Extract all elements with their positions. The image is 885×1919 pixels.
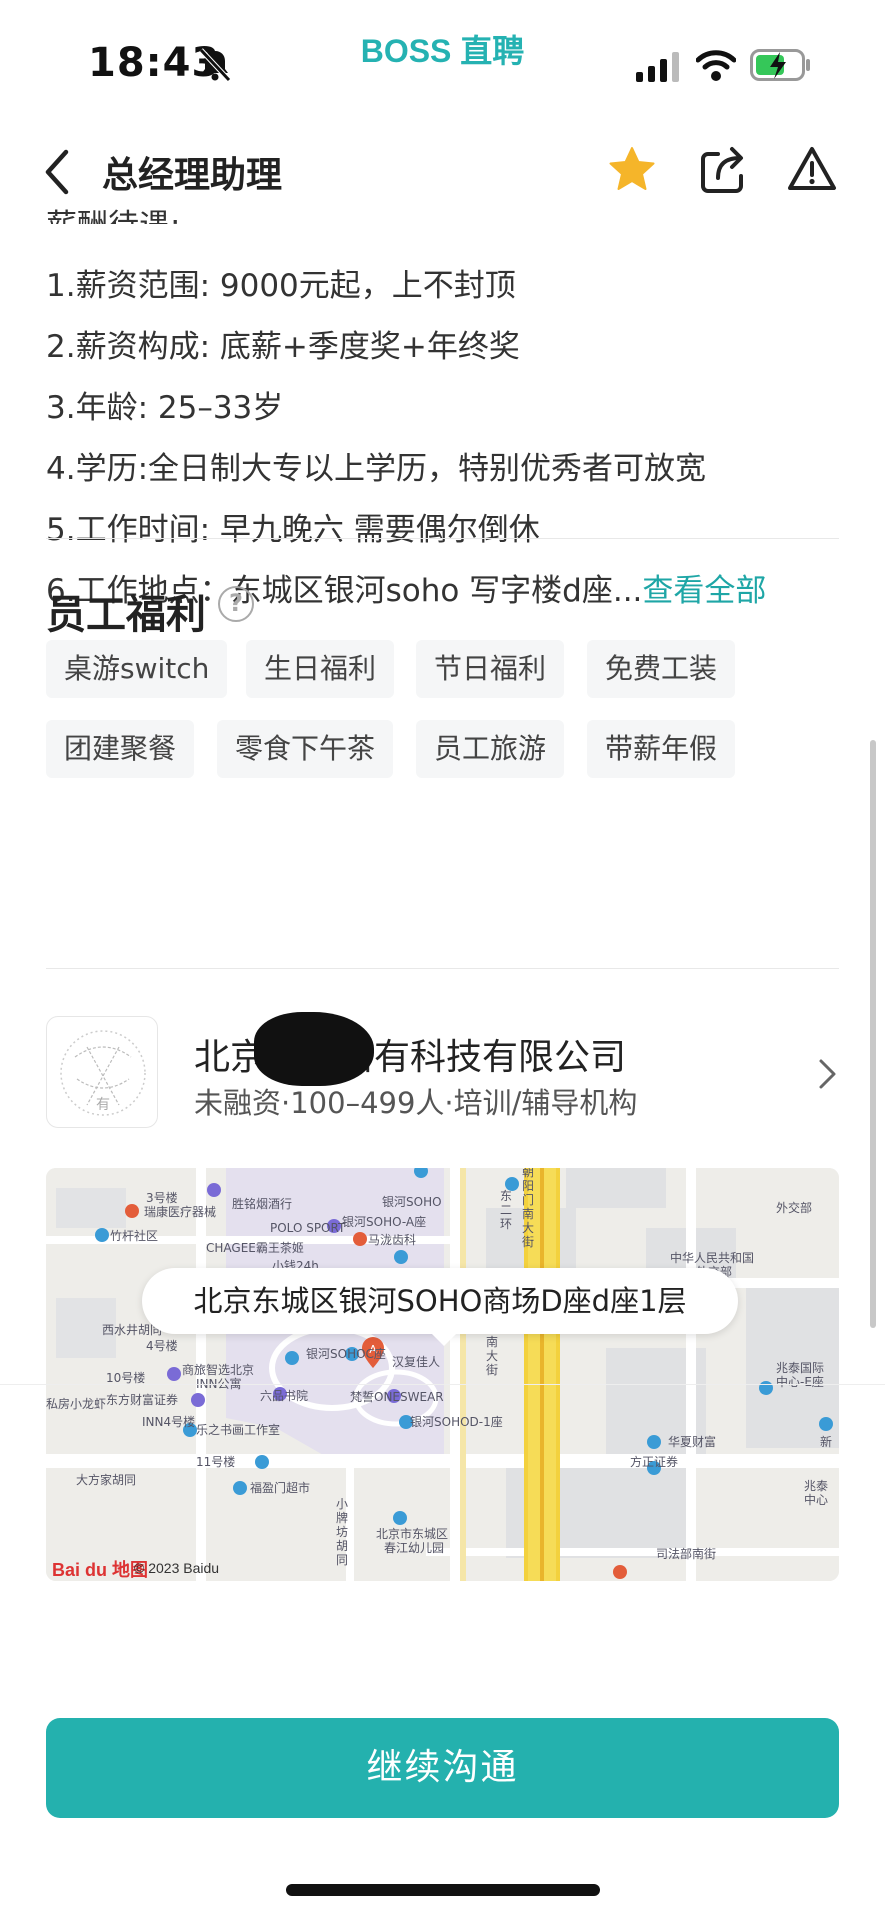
home-indicator[interactable] <box>286 1884 600 1896</box>
status-bar: 18:43 BOSS 直聘 <box>0 0 885 120</box>
desc-line: 3.年龄: 25–33岁 <box>46 390 284 426</box>
section-heading-partial: 薪酬待遇: <box>46 204 180 224</box>
svg-text:POLO SPORT: POLO SPORT <box>270 1221 346 1235</box>
svg-text:南: 南 <box>522 1206 534 1221</box>
divider <box>46 538 839 539</box>
company-info: 未融资·100–499人·培训/辅导机构 <box>194 1086 638 1120</box>
svg-text:外交部: 外交部 <box>776 1200 812 1215</box>
svg-text:华夏财富: 华夏财富 <box>668 1434 716 1449</box>
map-copyright: © 2023 Baidu <box>134 1560 220 1576</box>
svg-text:北京市东城区: 北京市东城区 <box>376 1526 448 1541</box>
company-card[interactable]: 有 北京左宜右有科技有限公司 未融资·100–499人·培训/辅导机构 <box>46 1012 846 1136</box>
redaction-mark <box>254 1012 374 1086</box>
svg-text:大: 大 <box>522 1221 534 1235</box>
continue-chat-button[interactable]: 继续沟通 <box>46 1718 839 1818</box>
benefit-tag: 员工旅游 <box>416 720 565 778</box>
chevron-right-icon <box>819 1059 836 1089</box>
divider <box>46 968 839 969</box>
benefit-tag: 带薪年假 <box>587 720 736 778</box>
svg-text:春江幼儿园: 春江幼儿园 <box>384 1541 444 1555</box>
svg-text:银河SOHOC座: 银河SOHOC座 <box>306 1346 386 1361</box>
desc-line: 4.学历:全日制大专以上学历，特别优秀者可放宽 <box>46 451 707 487</box>
benefits-title: 员工福利 <box>46 592 206 638</box>
svg-text:街: 街 <box>486 1363 498 1377</box>
company-logo: 有 <box>46 1016 158 1128</box>
map-address-callout: 北京东城区银河SOHO商场D座d座1层 <box>142 1268 738 1334</box>
svg-text:大: 大 <box>486 1349 498 1363</box>
svg-text:环: 环 <box>500 1217 512 1231</box>
wifi-icon <box>696 50 736 81</box>
svg-text:马泷齿科: 马泷齿科 <box>368 1233 416 1247</box>
svg-text:南: 南 <box>486 1334 498 1349</box>
svg-text:东方财富证券: 东方财富证券 <box>106 1392 178 1407</box>
benefit-tag: 团建聚餐 <box>46 720 195 778</box>
benefit-tag: 零食下午茶 <box>217 720 394 778</box>
svg-text:方正证券: 方正证券 <box>630 1454 678 1469</box>
job-description: 1.薪资范围: 9000元起，上不封顶 2.薪资构成: 底薪+季度奖+年终奖 3… <box>46 256 846 622</box>
view-all-link[interactable]: 查看全部 <box>642 573 766 609</box>
svg-text:街: 街 <box>522 1235 534 1249</box>
svg-text:CHAGEE霸王茶姬: CHAGEE霸王茶姬 <box>206 1240 304 1255</box>
benefit-tag: 节日福利 <box>416 640 565 698</box>
scrollbar[interactable] <box>870 740 876 1328</box>
benefit-tag: 免费工装 <box>587 640 736 698</box>
svg-text:牌: 牌 <box>336 1511 348 1525</box>
footer-divider <box>0 1384 885 1385</box>
callout-tip <box>430 1332 458 1346</box>
svg-text:兆泰: 兆泰 <box>804 1479 828 1493</box>
svg-text:阳: 阳 <box>522 1179 534 1193</box>
svg-text:兆泰国际: 兆泰国际 <box>776 1361 824 1375</box>
svg-text:大方家胡同: 大方家胡同 <box>76 1472 136 1487</box>
svg-text:私房小龙虾: 私房小龙虾 <box>46 1396 106 1411</box>
svg-text:10号楼: 10号楼 <box>106 1370 145 1385</box>
location-map[interactable]: A 3号楼 胜铭烟酒行 银河SOHO 瑞康医疗器械 竹杆社区 POLO SPOR… <box>46 1168 839 1581</box>
svg-text:INN4号楼: INN4号楼 <box>142 1414 195 1429</box>
svg-text:胡: 胡 <box>336 1539 348 1553</box>
svg-text:商旅智选北京: 商旅智选北京 <box>182 1362 254 1377</box>
svg-text:门: 门 <box>522 1192 534 1207</box>
svg-text:六品书院: 六品书院 <box>260 1389 308 1403</box>
page-title: 总经理助理 <box>102 155 283 196</box>
chevron-left-icon[interactable] <box>40 148 76 196</box>
svg-text:银河SOHO-A座: 银河SOHO-A座 <box>342 1214 426 1229</box>
svg-text:汉复佳人: 汉复佳人 <box>392 1355 440 1369</box>
desc-line: 2.薪资构成: 底薪+季度奖+年终奖 <box>46 329 520 365</box>
help-icon[interactable]: ? <box>218 586 254 622</box>
svg-text:胜铭烟酒行: 胜铭烟酒行 <box>232 1196 292 1211</box>
svg-text:乐之书画工作室: 乐之书画工作室 <box>196 1422 280 1437</box>
share-icon[interactable] <box>698 144 748 196</box>
svg-text:银河SOHOD-1座: 银河SOHOD-1座 <box>410 1414 503 1429</box>
svg-text:二: 二 <box>500 1203 512 1217</box>
alert-icon[interactable] <box>786 144 838 196</box>
map-canvas: A 3号楼 胜铭烟酒行 银河SOHO 瑞康医疗器械 竹杆社区 POLO SPOR… <box>46 1168 839 1581</box>
svg-text:3号楼: 3号楼 <box>146 1190 178 1205</box>
svg-text:同: 同 <box>336 1553 348 1567</box>
svg-text:新: 新 <box>820 1434 832 1449</box>
signal-icon <box>636 52 679 82</box>
svg-text:11号楼: 11号楼 <box>196 1454 235 1469</box>
svg-text:司法部南街: 司法部南街 <box>656 1546 716 1561</box>
svg-text:福盈门超市: 福盈门超市 <box>250 1480 310 1495</box>
svg-text:中心: 中心 <box>804 1492 828 1507</box>
benefit-tag: 桌游switch <box>46 640 228 698</box>
desc-line: 1.薪资范围: 9000元起，上不封顶 <box>46 268 516 304</box>
svg-text:朝: 朝 <box>522 1168 534 1179</box>
svg-text:中心-E座: 中心-E座 <box>776 1374 824 1389</box>
svg-text:瑞康医疗器械: 瑞康医疗器械 <box>144 1204 216 1219</box>
svg-text:小: 小 <box>336 1497 348 1511</box>
svg-text:坊: 坊 <box>336 1524 348 1539</box>
svg-text:银河SOHO: 银河SOHO <box>382 1195 442 1209</box>
svg-text:东: 东 <box>500 1189 512 1203</box>
desc-line: 5.工作时间: 早九晚六 需要偶尔倒休 <box>46 512 540 548</box>
svg-text:竹杆社区: 竹杆社区 <box>110 1228 158 1243</box>
svg-text:有: 有 <box>96 1097 110 1113</box>
star-icon[interactable] <box>606 144 658 196</box>
svg-text:中华人民共和国: 中华人民共和国 <box>670 1250 754 1265</box>
benefit-tag: 生日福利 <box>246 640 395 698</box>
svg-text:梵誓ONESWEAR: 梵誓ONESWEAR <box>350 1390 444 1404</box>
battery-charging-icon <box>750 49 810 81</box>
svg-text:4号楼: 4号楼 <box>146 1338 178 1353</box>
